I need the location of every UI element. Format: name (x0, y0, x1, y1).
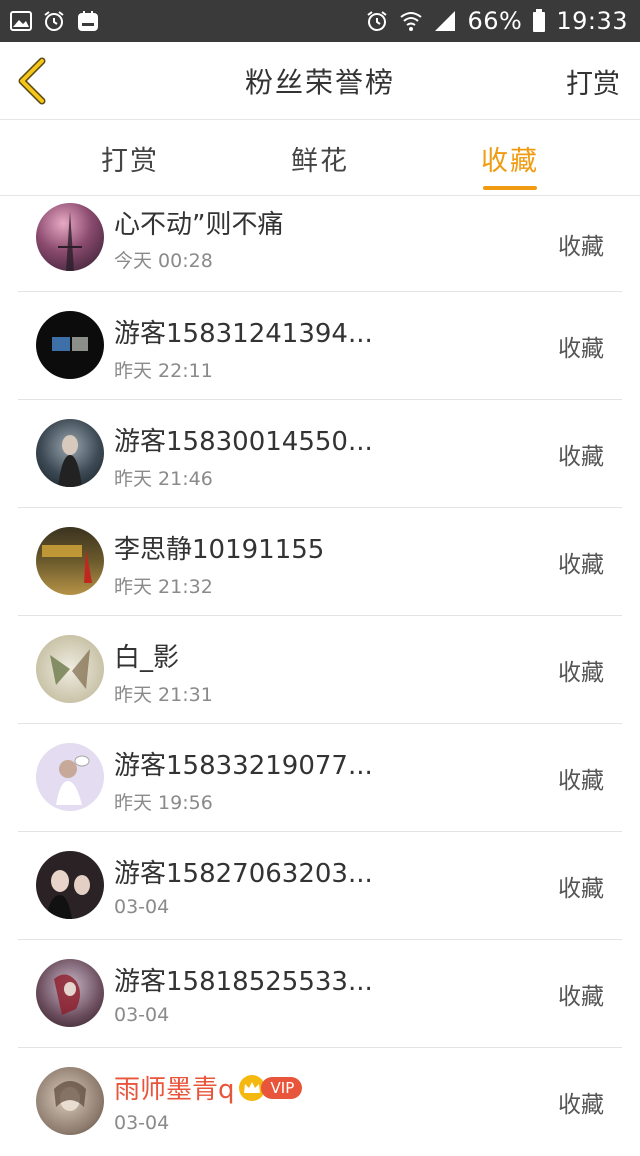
action-label: 收藏 (558, 1092, 604, 1118)
time: 昨天 21:46 (114, 468, 213, 490)
tab-favorites[interactable]: 收藏 (430, 120, 590, 196)
time: 今天 00:28 (114, 250, 213, 272)
list-item[interactable]: 游客15830014550... 昨天 21:46 收藏 (18, 400, 622, 508)
user-name-text: 雨师墨青q (114, 1075, 235, 1105)
user-name: 游客15827063203... (114, 859, 373, 889)
action-label: 收藏 (558, 983, 604, 1010)
fan-list: 心不动”则不痛 今天 00:28 收藏 游客15831241394... 昨天 … (0, 196, 640, 1156)
clock: 19:33 (556, 7, 628, 35)
action-label: 收藏 (558, 233, 604, 260)
user-name: 游客15833219077... (114, 751, 373, 781)
user-name: 雨师墨青q VIP (114, 1069, 303, 1106)
list-item[interactable]: 游客15831241394... 昨天 22:11 收藏 (18, 292, 622, 400)
user-name: 白_影 (114, 643, 180, 673)
list-item[interactable]: 李思静10191155 昨天 21:32 收藏 (18, 508, 622, 616)
avatar (36, 743, 104, 811)
user-name: 游客15830014550... (114, 427, 373, 457)
status-bar: 66% 19:33 (0, 0, 640, 42)
tab-flowers[interactable]: 鲜花 (240, 120, 400, 196)
list-item[interactable]: 心不动”则不痛 今天 00:28 收藏 (18, 196, 622, 292)
time: 昨天 22:11 (114, 360, 213, 382)
vip-label: VIP (260, 1076, 303, 1099)
action-label: 收藏 (558, 875, 604, 902)
battery-icon (532, 9, 546, 33)
app-icon (76, 9, 100, 33)
action-label: 收藏 (558, 767, 604, 794)
action-label: 收藏 (558, 335, 604, 362)
vip-badge: VIP (238, 1074, 303, 1101)
list-item[interactable]: 游客15827063203... 03-04 收藏 (18, 832, 622, 940)
wifi-icon (399, 10, 423, 32)
tab-indicator (483, 186, 537, 190)
time: 昨天 19:56 (114, 792, 213, 814)
action-label: 收藏 (558, 551, 604, 578)
user-name: 游客15818525533... (114, 967, 373, 997)
alarm-icon (42, 9, 66, 33)
alarm-icon (365, 9, 389, 33)
image-icon (10, 10, 32, 32)
user-name: 心不动”则不痛 (114, 210, 284, 240)
avatar (36, 203, 104, 271)
avatar (36, 527, 104, 595)
signal-icon (433, 10, 457, 32)
avatar (36, 1067, 104, 1135)
avatar (36, 959, 104, 1027)
reward-button[interactable]: 打赏 (566, 42, 620, 120)
tab-reward[interactable]: 打赏 (50, 120, 210, 196)
avatar (36, 851, 104, 919)
header: 粉丝荣誉榜 打赏 (0, 42, 640, 120)
time: 03-04 (114, 896, 170, 918)
time: 03-04 (114, 1112, 170, 1134)
list-item[interactable]: 白_影 昨天 21:31 收藏 (18, 616, 622, 724)
page-title: 粉丝荣誉榜 (244, 66, 395, 99)
list-item[interactable]: 游客15833219077... 昨天 19:56 收藏 (18, 724, 622, 832)
tab-bar: 打赏 鲜花 收藏 (0, 120, 640, 196)
time: 03-04 (114, 1004, 170, 1026)
user-name: 游客15831241394... (114, 319, 373, 349)
action-label: 收藏 (558, 443, 604, 470)
time: 昨天 21:31 (114, 684, 213, 706)
list-item[interactable]: 游客15818525533... 03-04 收藏 (18, 940, 622, 1048)
battery-percent: 66% (467, 7, 523, 35)
avatar (36, 419, 104, 487)
avatar (36, 635, 104, 703)
avatar (36, 311, 104, 379)
list-item[interactable]: 雨师墨青q VIP 03-04 收藏 (18, 1048, 622, 1156)
time: 昨天 21:32 (114, 576, 213, 598)
user-name: 李思静10191155 (114, 535, 325, 565)
action-label: 收藏 (558, 659, 604, 686)
